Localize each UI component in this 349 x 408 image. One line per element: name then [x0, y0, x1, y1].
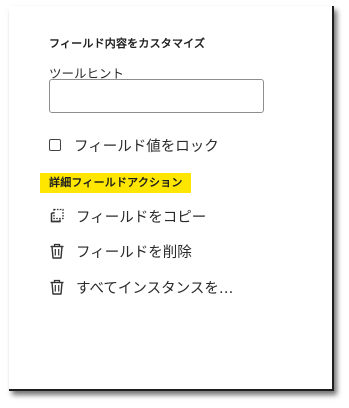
delete-all-instances-label: すべてインスタンスを… — [76, 280, 234, 297]
copy-icon — [49, 208, 65, 224]
lock-field-label: フィールド値をロック — [74, 138, 219, 155]
screenshot-stage: フィールド内容をカスタマイズ ツールヒント フィールド値をロック 詳細フィールド… — [0, 0, 349, 408]
delete-all-instances-action[interactable]: すべてインスタンスを… — [49, 275, 233, 299]
tooltip-input[interactable] — [49, 79, 264, 113]
advanced-actions-title: 詳細フィールドアクション — [40, 173, 191, 193]
lock-field-checkbox-row[interactable]: フィールド値をロック — [49, 135, 219, 155]
copy-field-label: フィールドをコピー — [76, 209, 207, 226]
delete-field-label: フィールドを削除 — [76, 244, 192, 261]
lock-field-checkbox[interactable] — [49, 139, 61, 151]
trash-icon — [49, 279, 65, 295]
delete-field-action[interactable]: フィールドを削除 — [49, 239, 192, 263]
section-title: フィールド内容をカスタマイズ — [49, 37, 206, 50]
copy-field-action[interactable]: フィールドをコピー — [49, 204, 206, 228]
trash-icon — [49, 243, 65, 259]
field-customization-panel: フィールド内容をカスタマイズ ツールヒント フィールド値をロック 詳細フィールド… — [9, 6, 334, 391]
